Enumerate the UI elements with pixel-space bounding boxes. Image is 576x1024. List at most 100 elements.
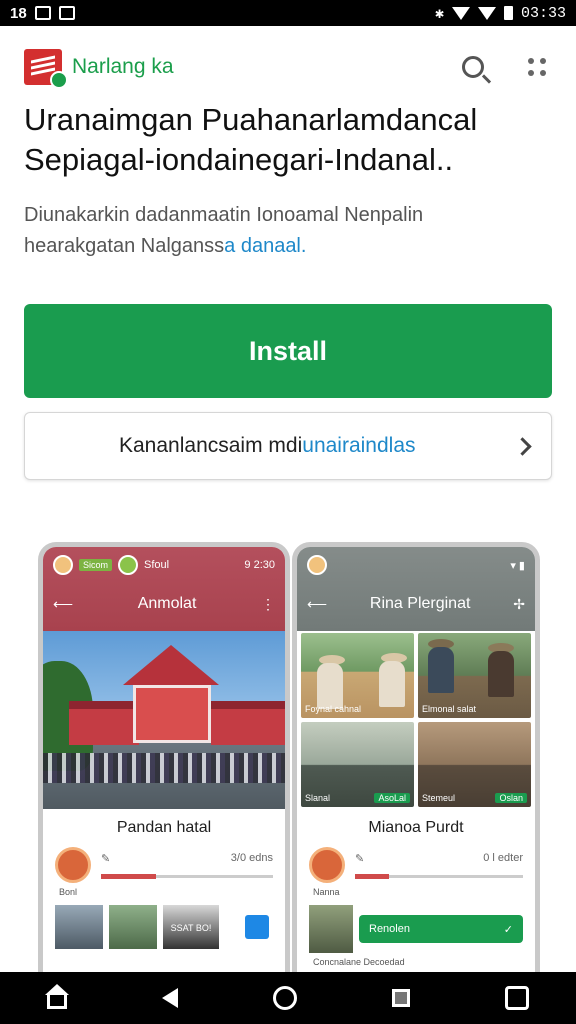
header-actions	[462, 56, 552, 78]
recents-icon[interactable]	[391, 989, 410, 1007]
phone2-nav: ⟵ Rina Plerginat ✢	[307, 595, 525, 613]
phone2-thumb	[309, 905, 353, 953]
more-vert-icon: ⋮	[261, 595, 275, 612]
phone1-chip-icon	[118, 555, 139, 575]
phone2-profile-avatar	[309, 847, 345, 883]
phone1-header-title: Anmolat	[137, 595, 197, 612]
secondary-action-text: Kananlancsaim mdi	[119, 434, 303, 457]
secondary-action-label: Kananlancsaim mdiunairaindlas	[119, 434, 516, 458]
phone1-chip1: Sicom	[79, 559, 113, 571]
phone2-tile1-label: Foynal cahnal	[305, 704, 362, 714]
phone1-chip2: Sfoul	[144, 559, 170, 571]
phone1-status-right: 9 2:30	[244, 559, 275, 571]
phone2-button-label: Renolen	[369, 923, 410, 935]
phone1-card-title: Pandan hatal	[116, 819, 212, 836]
phone2-tile2-caption: Elmonal salat	[422, 704, 527, 714]
phone2-photo-grid: Foynal cahnal Elmonal salat Slanal AsoLal…	[297, 631, 535, 809]
status-right: ✱ 03:33	[435, 4, 566, 23]
screenshot-phone-2[interactable]: ▾ ▮ ⟵ Rina Plerginat ✢ Foynal cahnal Elm…	[292, 542, 540, 992]
phone2-tile3-badge: AsoLal	[374, 793, 410, 803]
phone2-progress	[355, 874, 523, 879]
phone2-tile-4: Stemeul Oslan	[418, 722, 531, 807]
pin-icon: ✎	[355, 853, 365, 865]
chevron-right-icon	[513, 436, 532, 456]
app-title: Uranaimgan Puahanarlamdancal Sepiagal-io…	[24, 100, 552, 180]
back-arrow-icon: ⟵	[53, 595, 74, 612]
circle-home-icon[interactable]	[272, 986, 297, 1010]
screenshot-icon[interactable]	[504, 986, 529, 1010]
phone1-profile-avatar	[55, 847, 91, 883]
phone2-status: ▾ ▮	[307, 555, 525, 575]
phone2-green-button: Renolen ✓	[359, 915, 523, 943]
phone1-nav: ⟵ Anmolat ⋮	[53, 595, 275, 613]
search-icon[interactable]	[462, 56, 484, 78]
phone1-hero-image	[43, 631, 285, 809]
phone2-tile-3: Slanal AsoLal	[301, 722, 414, 807]
install-button[interactable]: Install	[24, 304, 552, 398]
status-bar: 18 ✱ 03:33	[0, 0, 576, 26]
app-description: Diunakarkin dadanmaatin Ionoamal Nenpali…	[24, 200, 552, 262]
pin-icon: ✎	[101, 853, 111, 865]
phone2-meta-right: 0 l edter	[483, 852, 523, 864]
back-arrow-icon: ⟵	[307, 595, 328, 612]
signal-icon	[477, 6, 496, 20]
phone1-status: Sicom Sfoul 9 2:30	[53, 555, 275, 575]
back-icon[interactable]	[162, 988, 179, 1008]
share-icon: ✢	[513, 595, 525, 612]
phone1-thumb-1	[55, 905, 103, 949]
notification-icon	[34, 6, 51, 20]
bluetooth-icon: ✱	[434, 5, 444, 23]
home-icon[interactable]	[45, 984, 70, 1009]
more-dots-icon[interactable]	[528, 58, 546, 76]
brand[interactable]: Narlang ka	[24, 49, 174, 89]
brand-logo-icon	[24, 49, 68, 89]
phone2-tile3-label: Slanal	[305, 793, 331, 803]
phone2-caption: Nanna	[313, 887, 340, 897]
temple-wing-left	[69, 701, 139, 745]
status-time: 03:33	[520, 4, 566, 22]
phone1-thumb-2	[109, 905, 157, 949]
phone2-tile-2: Elmonal salat	[418, 633, 531, 718]
phone2-tile2-label: Elmonal salat	[422, 704, 477, 714]
phone1-chips: Sicom Sfoul	[53, 555, 169, 575]
phone2-row: ✎ 0 l edter	[309, 847, 523, 883]
phone1-blue-button	[245, 915, 269, 939]
temple-roof	[123, 645, 219, 685]
phone2-header: ▾ ▮ ⟵ Rina Plerginat ✢	[297, 547, 535, 631]
system-nav-bar	[0, 972, 576, 1024]
phone2-tile-1: Foynal cahnal	[301, 633, 414, 718]
phone2-footer: Concnalane Decoedad	[313, 957, 405, 967]
description-line2: hearakgatan Nalganssa danaal.	[24, 231, 552, 262]
screenshot-phone-1[interactable]: Sicom Sfoul 9 2:30 ⟵ Anmolat ⋮ Pandan ha…	[38, 542, 290, 992]
battery-icon	[503, 6, 513, 20]
status-left: 18	[10, 5, 75, 22]
app-header: Narlang ka	[24, 40, 552, 94]
download-icon	[58, 6, 75, 20]
phone2-card-title: Mianoa Purdt	[368, 819, 464, 836]
crowd	[43, 753, 285, 783]
description-line2-text: hearakgatan Nalganss	[24, 235, 225, 257]
phone2-body: Mianoa Purdt ✎ 0 l edter Nanna Renolen ✓…	[297, 809, 535, 977]
status-left-text: 18	[10, 4, 27, 22]
phone1-meta-right: 3/0 edns	[230, 852, 273, 864]
phone2-header-title: Rina Plerginat	[369, 595, 471, 612]
check-icon: ✓	[503, 923, 513, 936]
phone1-progress	[101, 874, 273, 879]
phone1-meta-col: ✎ 3/0 edns	[101, 852, 273, 879]
phone1-row: ✎ 3/0 edns	[55, 847, 273, 883]
phone1-avatar	[53, 555, 73, 575]
brand-name: Narlang ka	[72, 55, 174, 78]
app-title-line1: Uranaimgan Puahanarlamdancal	[24, 102, 478, 137]
phone2-tile1-caption: Foynal cahnal	[305, 704, 410, 714]
app-title-line2: Sepiagal-iondainegari-Indanal..	[24, 142, 454, 177]
phone2-tile3-caption: Slanal AsoLal	[305, 793, 410, 803]
temple-body	[133, 685, 211, 743]
secondary-action-accent: unairaindlas	[302, 434, 416, 457]
phone1-header: Sicom Sfoul 9 2:30 ⟵ Anmolat ⋮	[43, 547, 285, 631]
secondary-action-row[interactable]: Kananlancsaim mdiunairaindlas	[24, 412, 552, 480]
description-link[interactable]: a danaal.	[224, 235, 306, 257]
phone1-thumbs: SSAT BO!	[55, 905, 273, 949]
phone2-thumbs: Renolen ✓	[309, 905, 523, 953]
phone2-tile4-badge: Oslan	[495, 793, 527, 803]
phone2-tile4-label: Stemeul	[422, 793, 456, 803]
